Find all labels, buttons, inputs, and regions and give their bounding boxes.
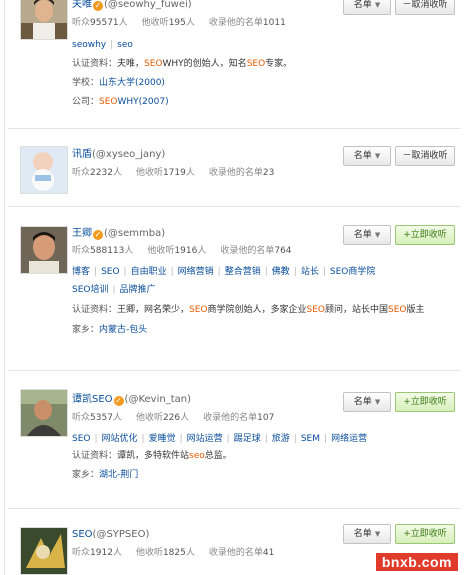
cert-info: 认证资料：夫唯，SEOWHY的创始人，知名SEO专家。 xyxy=(72,59,293,69)
follow-button[interactable]: +立即收听 xyxy=(395,225,455,245)
tag-item[interactable]: 网站运营 xyxy=(187,434,223,444)
followers-count[interactable]: 2232 xyxy=(90,168,113,178)
tag-item[interactable]: seo xyxy=(117,40,133,50)
tag-item[interactable]: 自由职业 xyxy=(131,267,167,277)
user-card: 谭凯SEO ✓ (@Kevin_tan) 听众5357人 他收听226人 收录他的名单1… xyxy=(5,384,466,510)
hometown-link[interactable]: 内蒙古-包头 xyxy=(99,325,147,335)
following-count[interactable]: 1825 xyxy=(163,548,186,558)
user-name[interactable]: 谭凯SEO xyxy=(72,394,113,405)
cert-info: 认证资料：王卿，网名荣少，SEO商学院创始人，多家企业SEO顾问，站长中国SEO… xyxy=(72,305,425,315)
user-name[interactable]: 讯盾 xyxy=(72,149,92,160)
user-handle: (@xyseo_jany) xyxy=(92,149,166,160)
user-stats: 听众2232人 他收听1719人 收录他的名单23 xyxy=(72,168,275,178)
tag-item[interactable]: SEO xyxy=(72,434,90,444)
school-info: 学校：山东大学(2000) xyxy=(72,78,165,88)
tag-item[interactable]: 旅游 xyxy=(272,434,290,444)
user-card: 讯盾(@xyseo_jany) 听众2232人 他收听1719人 收录他的名单23 … xyxy=(5,140,466,206)
verified-icon: ✓ xyxy=(93,1,103,11)
tag-item[interactable]: seowhy xyxy=(72,40,106,50)
tag-item[interactable]: 踢足球 xyxy=(234,434,261,444)
user-handle: (@SYPSEO) xyxy=(92,529,150,540)
unfollow-button[interactable]: －取消收听 xyxy=(395,146,455,166)
list-dropdown-button[interactable]: 名单 ▼ xyxy=(343,146,391,166)
verified-icon: ✓ xyxy=(113,396,124,406)
user-name[interactable]: 夫唯 xyxy=(72,0,92,10)
tag-list: 博客 | SEO | 自由职业 | 网络营销 | 整合营销 | 佛教 | 站长 | SEO商学院 xyxy=(72,267,376,277)
hometown-link[interactable]: 湖北-荆门 xyxy=(99,470,138,480)
tag-item[interactable]: SEO培训 xyxy=(72,285,108,295)
watermark: bnxb.com xyxy=(375,553,458,571)
lists-count[interactable]: 107 xyxy=(257,413,274,423)
tag-item[interactable]: 整合营销 xyxy=(225,267,261,277)
tag-item[interactable]: 博客 xyxy=(72,267,90,277)
tag-item[interactable]: 品牌推广 xyxy=(120,285,156,295)
tag-list: seowhy | seo xyxy=(72,40,133,50)
divider xyxy=(8,206,461,207)
user-handle: (@seowhy_fuwei) xyxy=(104,0,192,10)
divider xyxy=(8,370,461,371)
divider xyxy=(8,128,461,129)
user-card: 夫唯 ✓ (@seowhy_fuwei) 听众95571人 他收听195人 收录他的名单… xyxy=(5,0,466,140)
following-count[interactable]: 1916 xyxy=(174,246,197,256)
following-count[interactable]: 195 xyxy=(169,18,186,28)
school-link[interactable]: 山东大学(2000) xyxy=(99,78,165,88)
avatar[interactable] xyxy=(20,389,68,437)
tag-list: SEO | 网站优化 | 爱睡觉 | 网站运营 | 踢足球 | 旅游 | SEM | 网络运营 xyxy=(72,434,368,444)
hometown-info: 家乡：内蒙古-包头 xyxy=(72,325,148,335)
tag-item[interactable]: 网络营销 xyxy=(178,267,214,277)
user-handle: (@semmba) xyxy=(104,228,166,239)
followers-count[interactable]: 5357 xyxy=(90,413,113,423)
user-name[interactable]: 王卿 xyxy=(72,228,92,239)
avatar[interactable] xyxy=(20,0,68,40)
follow-button[interactable]: +立即收听 xyxy=(395,524,455,544)
followers-count[interactable]: 95571 xyxy=(90,18,119,28)
list-dropdown-button[interactable]: 名单 ▼ xyxy=(343,0,391,15)
followers-count[interactable]: 1912 xyxy=(90,548,113,558)
lists-count[interactable]: 41 xyxy=(263,548,274,558)
following-count[interactable]: 1719 xyxy=(163,168,186,178)
company-link[interactable]: SEO xyxy=(99,97,117,107)
tag-item[interactable]: 网络运营 xyxy=(331,434,367,444)
unfollow-button[interactable]: －取消收听 xyxy=(395,0,455,15)
cert-info: 认证资料：谭凯，多特软件站seo总监。 xyxy=(72,451,232,461)
list-dropdown-button[interactable]: 名单 ▼ xyxy=(343,225,391,245)
tag-item[interactable]: 佛教 xyxy=(272,267,290,277)
list-dropdown-button[interactable]: 名单 ▼ xyxy=(343,392,391,412)
hometown-info: 家乡：湖北-荆门 xyxy=(72,470,139,480)
user-name[interactable]: SEO xyxy=(72,529,93,540)
follow-button[interactable]: +立即收听 xyxy=(395,392,455,412)
lists-count[interactable]: 1011 xyxy=(263,18,286,28)
avatar[interactable] xyxy=(20,527,68,575)
tag-list-row2: SEO培训 | 品牌推广 xyxy=(72,285,156,295)
avatar[interactable] xyxy=(20,226,68,274)
lists-count[interactable]: 764 xyxy=(274,246,291,256)
user-handle: (@Kevin_tan) xyxy=(124,394,191,405)
tag-item[interactable]: 网站优化 xyxy=(102,434,138,444)
divider xyxy=(8,508,461,509)
user-card: 王卿 ✓ (@semmba) 听众588113人 他收听1916人 收录他的名单764 … xyxy=(5,218,466,368)
followers-count[interactable]: 588113 xyxy=(90,246,124,256)
tag-item[interactable]: SEO xyxy=(101,267,119,277)
lists-count[interactable]: 23 xyxy=(263,168,274,178)
user-stats: 听众588113人 他收听1916人 收录他的名单764 xyxy=(72,246,292,256)
tag-item[interactable]: 站长 xyxy=(301,267,319,277)
tag-item[interactable]: 爱睡觉 xyxy=(149,434,176,444)
tag-item[interactable]: SEM xyxy=(301,434,320,444)
avatar[interactable] xyxy=(20,146,68,194)
following-count[interactable]: 226 xyxy=(163,413,180,423)
tag-item[interactable]: SEO商学院 xyxy=(330,267,375,277)
company-info: 公司：SEOWHY(2007) xyxy=(72,97,169,107)
user-stats: 听众95571人 他收听195人 收录他的名单1011 xyxy=(72,18,286,28)
user-stats: 听众5357人 他收听226人 收录他的名单107 xyxy=(72,413,275,423)
verified-icon: ✓ xyxy=(93,230,103,240)
list-dropdown-button[interactable]: 名单 ▼ xyxy=(343,524,391,544)
